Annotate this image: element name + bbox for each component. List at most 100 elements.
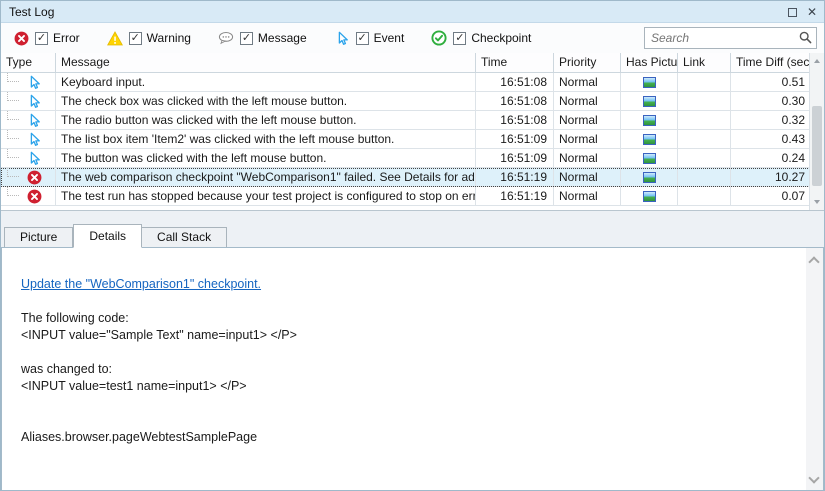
details-content: Update the "WebComparison1" checkpoint. … (2, 248, 823, 446)
picture-thumbnail-icon[interactable] (643, 191, 656, 202)
event-icon (27, 75, 41, 89)
row-time: 16:51:19 (476, 168, 554, 186)
event-icon (27, 113, 41, 127)
row-timediff: 0.32 (731, 111, 811, 129)
row-priority: Normal (554, 111, 621, 129)
test-log-window: Test Log Error Warning Message Event Che… (0, 0, 825, 491)
details-text-line (21, 344, 783, 361)
row-time: 16:51:08 (476, 73, 554, 91)
table-row[interactable]: The radio button was clicked with the le… (1, 111, 824, 130)
row-time: 16:51:09 (476, 130, 554, 148)
table-row[interactable]: Keyboard input. 16:51:08 Normal 0.51 (1, 73, 824, 92)
row-message: The list box item 'Item2' was clicked wi… (56, 130, 476, 148)
row-timediff: 10.27 (731, 168, 811, 186)
table-row[interactable]: The list box item 'Item2' was clicked wi… (1, 130, 824, 149)
column-header-has-picture[interactable]: Has Picture (621, 53, 678, 72)
filter-group: Warning (107, 30, 191, 46)
column-header-message[interactable]: Message (56, 53, 476, 72)
table-row[interactable]: The test run has stopped because your te… (1, 187, 824, 206)
row-message: Keyboard input. (56, 73, 476, 91)
picture-thumbnail-icon[interactable] (643, 153, 656, 164)
tab-picture[interactable]: Picture (4, 227, 73, 247)
row-timediff: 0.07 (731, 187, 811, 205)
filter-group: Event (334, 30, 405, 46)
row-priority: Normal (554, 187, 621, 205)
filter-group: Message (218, 30, 307, 46)
filter-checkbox[interactable] (35, 32, 48, 45)
table-row[interactable]: The check box was clicked with the left … (1, 92, 824, 111)
row-timediff: 0.24 (731, 149, 811, 167)
filter-checkbox[interactable] (129, 32, 142, 45)
column-header-time[interactable]: Time (476, 53, 554, 72)
scroll-up-icon[interactable] (808, 256, 819, 267)
event-icon (334, 30, 350, 46)
search-box (644, 27, 817, 49)
event-icon (27, 151, 41, 165)
row-timediff: 0.51 (731, 73, 811, 91)
title-bar: Test Log (1, 1, 824, 23)
scrollbar-thumb[interactable] (812, 106, 822, 186)
column-header-type[interactable]: Type (1, 53, 56, 72)
details-text-line (21, 395, 783, 412)
row-priority: Normal (554, 92, 621, 110)
picture-thumbnail-icon[interactable] (643, 96, 656, 107)
row-time: 16:51:08 (476, 111, 554, 129)
scroll-down-icon[interactable] (814, 200, 820, 204)
table-scrollbar[interactable] (809, 53, 824, 210)
table-row[interactable]: The web comparison checkpoint "WebCompar… (1, 168, 824, 187)
row-timediff: 0.30 (731, 92, 811, 110)
scroll-down-icon[interactable] (808, 472, 819, 483)
scroll-up-icon[interactable] (814, 59, 820, 63)
close-icon[interactable] (806, 5, 818, 19)
filter-checkbox[interactable] (453, 32, 466, 45)
filter-checkbox[interactable] (356, 32, 369, 45)
tree-connector-icon (7, 149, 19, 158)
row-priority: Normal (554, 73, 621, 91)
error-icon (27, 189, 41, 203)
tree-connector-icon (7, 73, 19, 82)
tab-call-stack[interactable]: Call Stack (142, 227, 227, 247)
table-header-row: TypeMessageTimePriorityHas PictureLinkTi… (1, 53, 824, 73)
row-time: 16:51:08 (476, 92, 554, 110)
search-input[interactable] (644, 27, 817, 49)
row-link (678, 111, 731, 129)
picture-thumbnail-icon[interactable] (643, 172, 656, 183)
filter-toolbar: Error Warning Message Event Checkpoint (1, 23, 824, 53)
update-checkpoint-link[interactable]: Update the "WebComparison1" checkpoint. (21, 277, 261, 291)
tab-details[interactable]: Details (73, 224, 142, 248)
picture-thumbnail-icon[interactable] (643, 115, 656, 126)
row-link (678, 92, 731, 110)
maximize-icon[interactable] (788, 8, 797, 17)
filter-label: Event (374, 31, 405, 45)
column-header-time-diff-sec-[interactable]: Time Diff (sec) (731, 53, 811, 72)
details-panel: Update the "WebComparison1" checkpoint. … (1, 247, 824, 491)
event-icon (27, 132, 41, 146)
tree-connector-icon (7, 187, 19, 196)
row-link (678, 73, 731, 91)
tree-connector-icon (7, 168, 19, 177)
row-link (678, 168, 731, 186)
picture-thumbnail-icon[interactable] (643, 77, 656, 88)
row-link (678, 149, 731, 167)
table-row[interactable]: The button was clicked with the left mou… (1, 149, 824, 168)
details-text-line: Aliases.browser.pageWebtestSamplePage (21, 429, 783, 446)
row-priority: Normal (554, 168, 621, 186)
details-text-line: was changed to: (21, 361, 783, 378)
column-header-priority[interactable]: Priority (554, 53, 621, 72)
filter-checkbox[interactable] (240, 32, 253, 45)
row-priority: Normal (554, 130, 621, 148)
filter-group: Error (13, 30, 80, 46)
details-text-line (21, 293, 783, 310)
picture-thumbnail-icon[interactable] (643, 134, 656, 145)
row-priority: Normal (554, 149, 621, 167)
row-message: The button was clicked with the left mou… (56, 149, 476, 167)
row-message: The web comparison checkpoint "WebCompar… (56, 168, 476, 186)
row-timediff: 0.43 (731, 130, 811, 148)
checkpoint-icon (431, 30, 447, 46)
search-icon (799, 31, 812, 44)
splitter (1, 211, 824, 223)
details-scrollbar[interactable] (806, 248, 823, 491)
message-icon (218, 30, 234, 46)
column-header-link[interactable]: Link (678, 53, 731, 72)
filter-group: Checkpoint (431, 30, 531, 46)
